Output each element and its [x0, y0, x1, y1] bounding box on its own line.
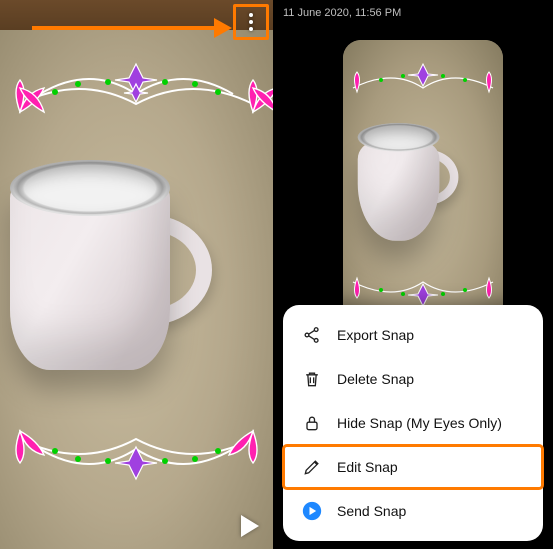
trash-icon	[301, 368, 323, 390]
action-edit-snap[interactable]: Edit Snap	[283, 445, 543, 489]
action-sheet: Export Snap Delete Snap Hide Snap (My Ey…	[283, 305, 543, 541]
action-label: Hide Snap (My Eyes Only)	[337, 415, 502, 431]
action-label: Delete Snap	[337, 371, 414, 387]
action-hide-snap[interactable]: Hide Snap (My Eyes Only)	[283, 401, 543, 445]
action-delete-snap[interactable]: Delete Snap	[283, 357, 543, 401]
action-send-snap[interactable]: Send Snap	[283, 489, 543, 533]
photo-subject-mug	[10, 160, 220, 380]
snap-timestamp: 11 June 2020, 11:56 PM	[273, 0, 553, 26]
annotation-arrow	[32, 18, 232, 38]
lock-icon	[301, 412, 323, 434]
send-circle-icon	[301, 500, 323, 522]
snap-thumbnail[interactable]	[343, 40, 503, 330]
pencil-icon	[301, 456, 323, 478]
share-icon	[301, 324, 323, 346]
snap-options-screen: 11 June 2020, 11:56 PM	[273, 0, 553, 549]
action-label: Edit Snap	[337, 459, 398, 475]
action-export-snap[interactable]: Export Snap	[283, 313, 543, 357]
action-label: Export Snap	[337, 327, 414, 343]
annotation-highlight-box	[233, 4, 269, 40]
snap-preview-screen	[0, 0, 273, 549]
action-label: Send Snap	[337, 503, 406, 519]
send-button[interactable]	[241, 515, 259, 537]
